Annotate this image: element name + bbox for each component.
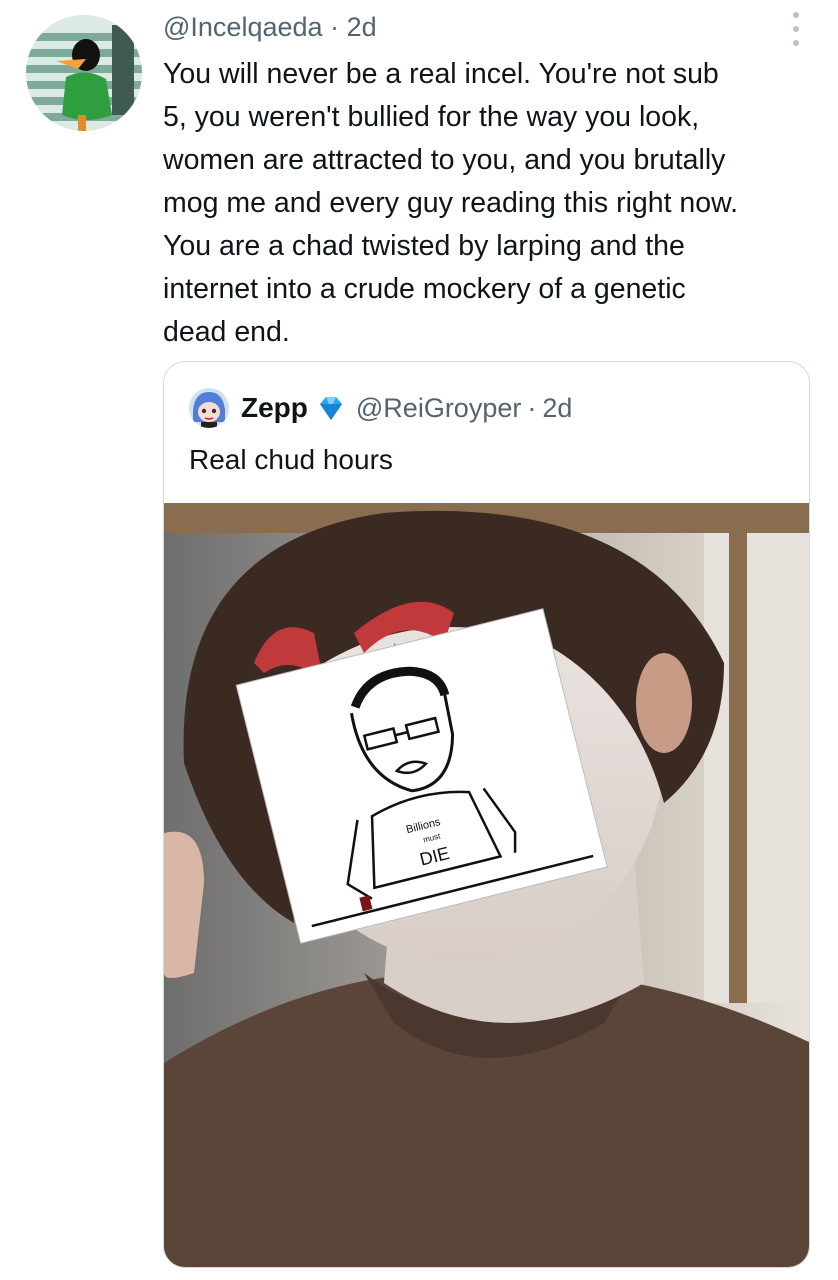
tweet-timestamp[interactable]: 2d	[347, 12, 377, 42]
quoted-tweet-body: Real chud hours	[189, 444, 393, 475]
tweet-body: You will never be a real incel. You're n…	[163, 58, 739, 348]
author-handle[interactable]: @Incelqaeda	[163, 12, 323, 42]
quoted-tweet-header: Zepp @ReiGroyper · 2d	[189, 388, 572, 428]
quoted-tweet-card[interactable]: Zepp @ReiGroyper · 2d Real chud hours Bi…	[163, 361, 810, 1268]
tweet-header: @Incelqaeda · 2d	[163, 12, 377, 43]
quoted-timestamp[interactable]: 2d	[542, 393, 572, 424]
quoted-author-name[interactable]: Zepp	[241, 392, 308, 424]
quoted-tweet-photo[interactable]: Billions must DIE	[164, 503, 809, 1267]
quoted-author-handle[interactable]: @ReiGroyper	[356, 393, 521, 424]
more-options-icon[interactable]	[786, 12, 806, 46]
quoted-separator: ·	[527, 392, 537, 423]
diamond-icon	[319, 397, 342, 420]
selfie-photo: Billions must DIE	[164, 503, 809, 1267]
quoted-author-avatar[interactable]	[189, 388, 229, 428]
duck-avatar-image	[26, 15, 142, 131]
header-separator: ·	[330, 12, 340, 42]
anime-avatar-image	[189, 388, 229, 428]
author-avatar[interactable]	[26, 15, 142, 131]
